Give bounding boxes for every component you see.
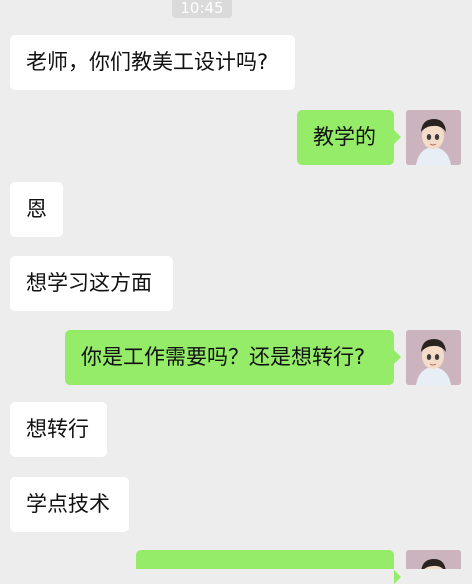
message-bubble-received[interactable]: 老师，你们教美工设计吗? — [10, 35, 295, 90]
message-bubble-received[interactable]: 恩 — [10, 182, 63, 237]
message-bubble-received[interactable]: 想转行 — [10, 402, 107, 457]
message-bubble-sent[interactable]: 教学的 — [297, 110, 401, 165]
message-text: 想转行 — [26, 417, 89, 441]
cartoon-boy-avatar-icon — [406, 330, 461, 385]
cartoon-boy-avatar-icon — [406, 110, 461, 165]
message-bubble-sent[interactable]: 你是工作需要吗？还是想转行? — [65, 330, 401, 385]
message-bubble-sent[interactable] — [136, 550, 401, 584]
message-text: 你是工作需要吗？还是想转行? — [81, 345, 366, 369]
message-text: 想学习这方面 — [26, 271, 152, 295]
message-text: 恩 — [26, 197, 47, 221]
timestamp-text: 10:45 — [180, 0, 224, 17]
cartoon-boy-avatar-icon — [406, 550, 461, 569]
message-bubble-received[interactable]: 学点技术 — [10, 477, 129, 532]
user-avatar-icon[interactable] — [406, 110, 461, 165]
message-text: 老师，你们教美工设计吗? — [26, 50, 269, 74]
user-avatar-icon[interactable] — [406, 550, 461, 569]
message-text: 学点技术 — [26, 492, 110, 516]
timestamp-badge: 10:45 — [172, 0, 232, 18]
user-avatar-icon[interactable] — [406, 330, 461, 385]
message-text: 教学的 — [313, 125, 376, 149]
message-bubble-received[interactable]: 想学习这方面 — [10, 256, 173, 311]
